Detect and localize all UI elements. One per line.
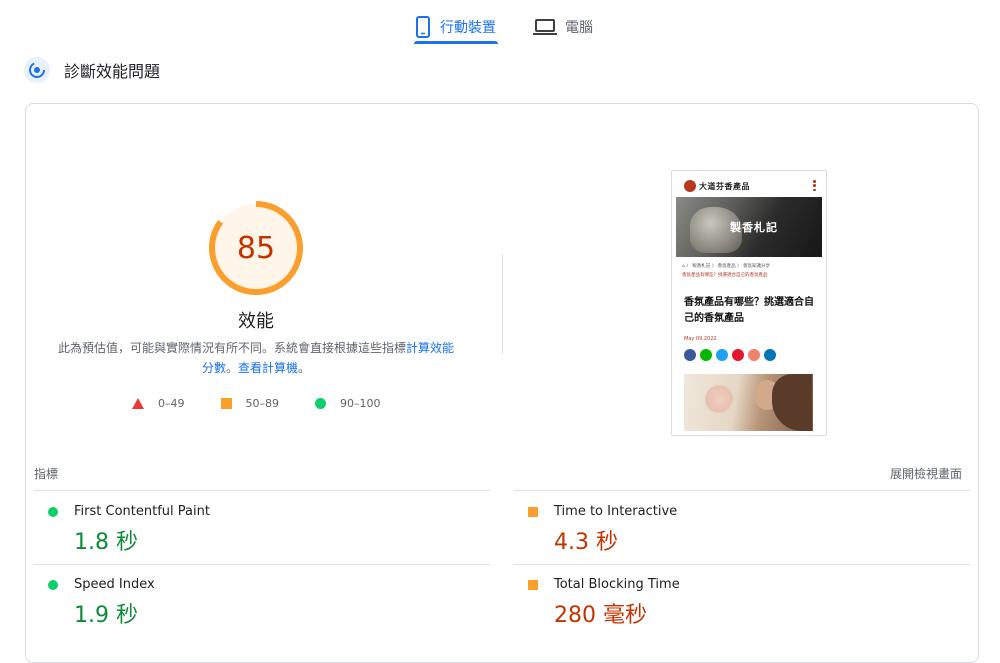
tab-desktop[interactable]: 電腦 bbox=[533, 8, 593, 46]
score-value: 85 bbox=[236, 230, 276, 266]
tab-mobile-label: 行動裝置 bbox=[440, 20, 496, 36]
divider bbox=[34, 490, 490, 491]
metric-label: Speed Index bbox=[74, 577, 155, 592]
twitter-icon bbox=[716, 349, 728, 361]
metric-label: Total Blocking Time bbox=[554, 577, 680, 592]
banner-title: 製香札記 bbox=[730, 221, 778, 234]
metric-label: Time to Interactive bbox=[554, 504, 678, 519]
performance-card: 85 效能 此為預估值，可能與實際情況有所不同。系統會直接根據這些指標計算效能分… bbox=[25, 103, 979, 663]
laptop-icon bbox=[533, 19, 557, 35]
site-breadcrumb: ⌂ 〉 製香札記 〉 香氛產品 〉 香氛知識分享 bbox=[682, 264, 770, 269]
smartphone-icon bbox=[416, 16, 430, 38]
site-banner: 製香札記 bbox=[676, 197, 822, 257]
article-date: May 09,2022 bbox=[684, 336, 717, 342]
legend-item-average: 50–89 bbox=[220, 397, 280, 410]
metric-value: 1.8 秒 bbox=[74, 530, 138, 555]
circle-icon bbox=[315, 398, 326, 409]
metric-value: 1.9 秒 bbox=[74, 603, 138, 628]
expand-view-toggle[interactable]: 展開檢視畫面 bbox=[890, 465, 962, 482]
pass-circle-icon bbox=[48, 580, 58, 590]
device-tabs: 行動裝置 電腦 bbox=[0, 0, 1000, 46]
triangle-icon bbox=[132, 398, 144, 409]
site-breadcrumb-current: 香氛產品有哪些？挑選適合自己的香氛產品 bbox=[682, 273, 768, 278]
share-icon bbox=[748, 349, 760, 361]
tab-desktop-label: 電腦 bbox=[565, 20, 593, 36]
description-separator: 。 bbox=[225, 361, 238, 375]
diagnose-title: 診斷效能問題 bbox=[64, 62, 161, 81]
average-square-icon bbox=[528, 507, 538, 517]
final-screenshot[interactable]: 大道芬香產品 製香札記 ⌂ 〉 製香札記 〉 香氛產品 〉 香氛知識分享 香氛產… bbox=[671, 170, 827, 436]
article-image bbox=[684, 374, 813, 431]
social-share-icons bbox=[684, 349, 776, 361]
line-icon bbox=[700, 349, 712, 361]
linkedin-icon bbox=[764, 349, 776, 361]
article-title: 香氛產品有哪些？挑選適合自己的香氛產品 bbox=[684, 297, 814, 324]
legend-item-pass: 90–100 bbox=[315, 397, 381, 410]
view-calculator-link[interactable]: 查看計算機 bbox=[238, 361, 298, 375]
metric-value: 4.3 秒 bbox=[554, 530, 618, 555]
weibo-icon bbox=[732, 349, 744, 361]
metric-value: 280 毫秒 bbox=[554, 603, 647, 628]
metrics-title: 指標 bbox=[34, 467, 59, 481]
vertical-divider bbox=[502, 254, 503, 354]
diagnose-header: 診斷效能問題 bbox=[24, 57, 160, 83]
score-legend: 0–49 50–89 90–100 bbox=[132, 397, 417, 410]
site-brand: 大道芬香產品 bbox=[699, 180, 750, 191]
more-vert-icon bbox=[813, 180, 816, 191]
pass-circle-icon bbox=[48, 507, 58, 517]
legend-item-fail: 0–49 bbox=[132, 397, 185, 410]
average-square-icon bbox=[528, 580, 538, 590]
metric-label: First Contentful Paint bbox=[74, 504, 210, 519]
square-icon bbox=[220, 398, 232, 409]
site-logo bbox=[684, 180, 696, 192]
score-title: 效能 bbox=[238, 311, 274, 332]
legend-label: 90–100 bbox=[340, 397, 381, 410]
screenshot-site-header: 大道芬香產品 bbox=[684, 179, 816, 193]
divider bbox=[514, 490, 970, 491]
facebook-icon bbox=[684, 349, 696, 361]
legend-label: 0–49 bbox=[158, 397, 185, 410]
score-description-text: 此為預估值，可能與實際情況有所不同。系統會直接根據這些指標 bbox=[57, 341, 406, 355]
divider bbox=[34, 564, 490, 565]
tab-mobile[interactable]: 行動裝置 bbox=[414, 8, 498, 46]
divider bbox=[514, 564, 970, 565]
legend-label: 50–89 bbox=[245, 397, 280, 410]
description-end: 。 bbox=[298, 361, 311, 375]
score-description: 此為預估值，可能與實際情況有所不同。系統會直接根據這些指標計算效能分數。查看計算… bbox=[56, 338, 456, 378]
performance-gauge-icon bbox=[24, 57, 50, 83]
